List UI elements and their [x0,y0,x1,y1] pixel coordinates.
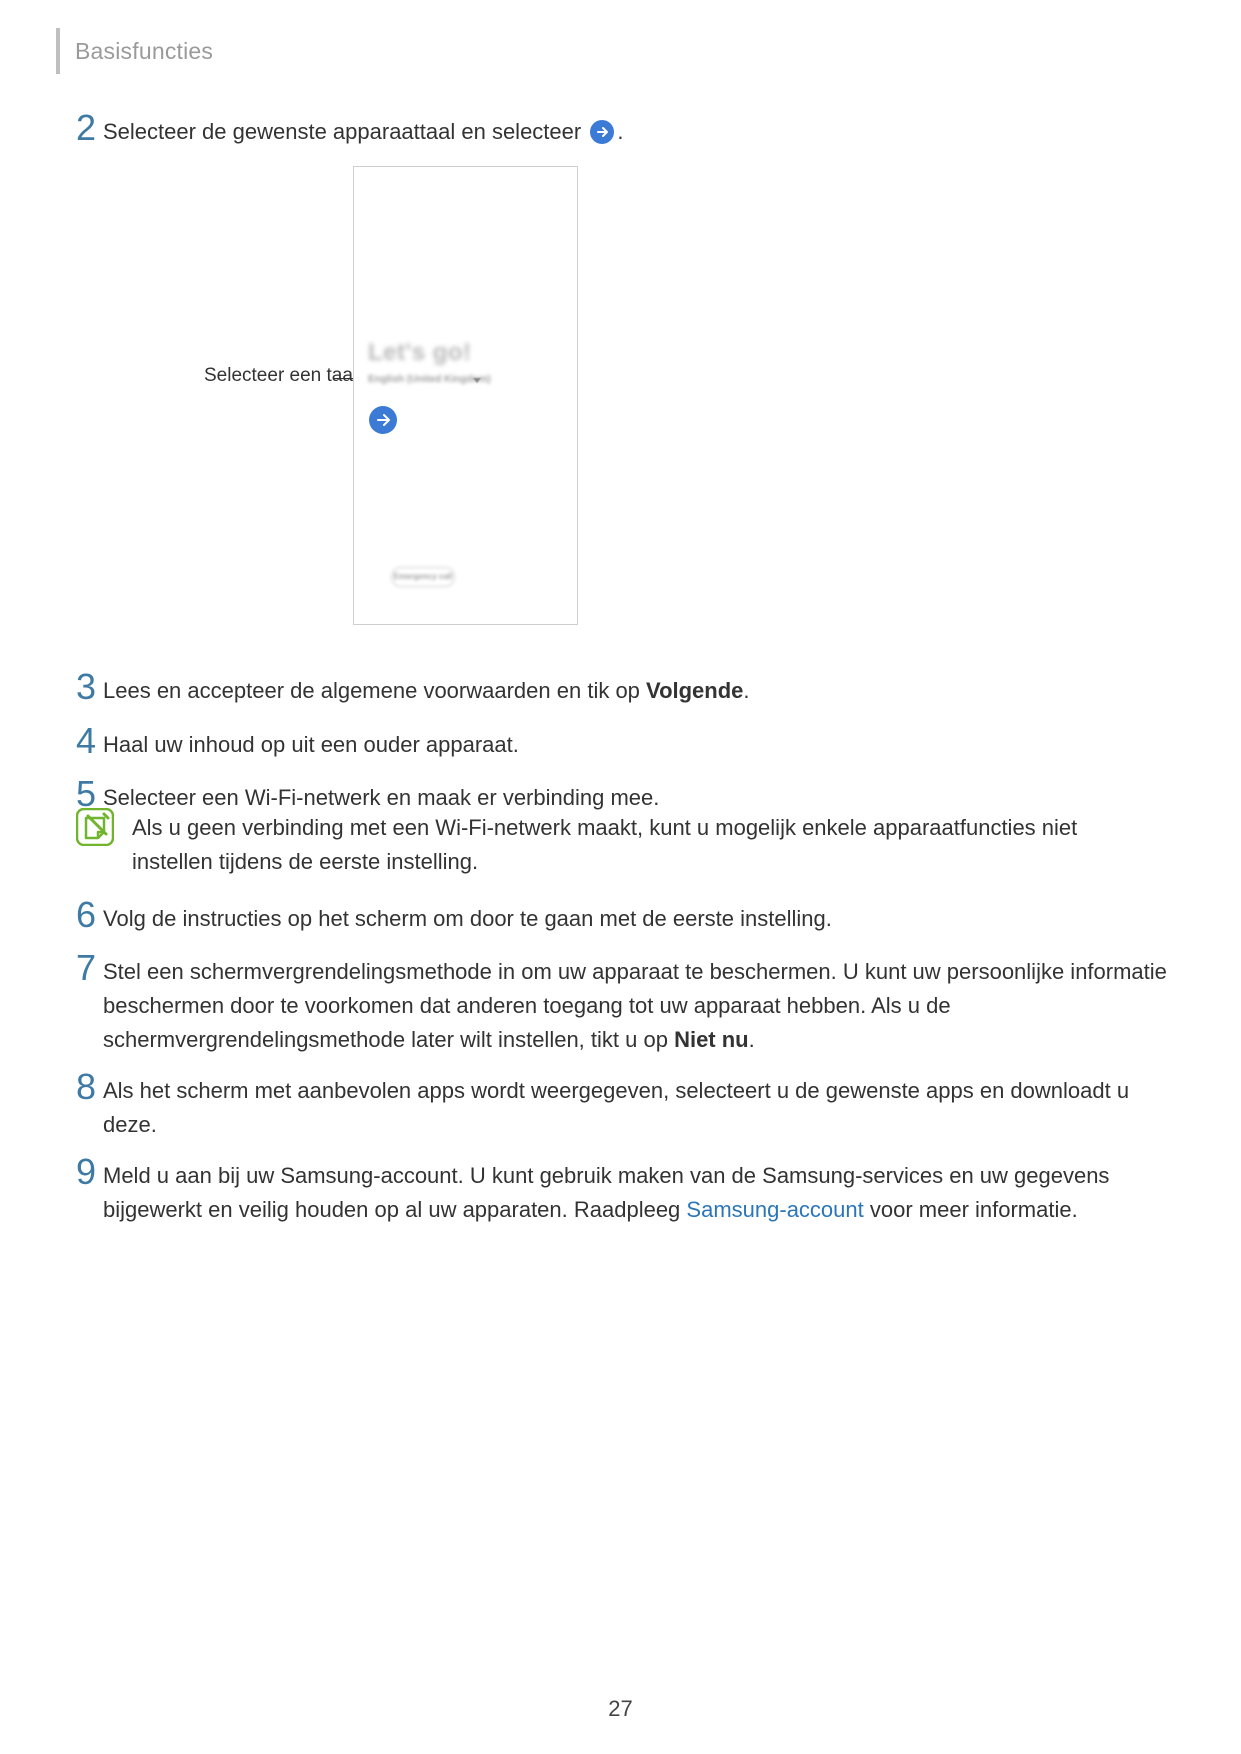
callout-label: Selecteer een taal. [204,365,362,387]
phone-next-button [368,405,398,435]
note-text: Als u geen verbinding met een Wi-Fi-netw… [132,811,1112,879]
step-9-text: Meld u aan bij uw Samsung-account. U kun… [103,1159,1163,1227]
text: Stel een schermvergrendelingsmethode in … [103,959,1167,1052]
phone-mock: Let's go! English (United Kingdom) Emerg… [353,166,578,625]
manual-page: Basisfuncties 2 Selecteer de gewenste ap… [0,0,1241,1754]
step-7-text: Stel een schermvergrendelingsmethode in … [103,955,1173,1057]
bold-text: Niet nu [674,1027,749,1052]
phone-emergency-button: Emergency call [391,567,455,587]
arrow-right-icon [589,119,615,145]
text: voor meer informatie. [864,1197,1078,1222]
step-2-text: Selecteer de gewenste apparaattaal en se… [103,115,1163,149]
link-samsung-account[interactable]: Samsung-account [686,1197,863,1222]
text: Lees en accepteer de algemene voorwaarde… [103,678,646,703]
step-5-text: Selecteer een Wi-Fi-netwerk en maak er v… [103,781,1163,815]
text: . [749,1027,755,1052]
step-4-text: Haal uw inhoud op uit een ouder apparaat… [103,728,1163,762]
section-title: Basisfuncties [75,38,213,65]
chevron-down-icon [473,378,481,383]
note-icon [76,808,114,846]
text: . [617,119,623,144]
header-rule [56,28,60,74]
bold-text: Volgende [646,678,743,703]
step-8-text: Als het scherm met aanbevolen apps wordt… [103,1074,1163,1142]
step-3-text: Lees en accepteer de algemene voorwaarde… [103,674,1163,708]
page-number: 27 [0,1696,1241,1722]
step-6-text: Volg de instructies op het scherm om doo… [103,902,1163,936]
phone-welcome-heading: Let's go! [368,339,472,367]
text: Selecteer de gewenste apparaattaal en se… [103,119,581,144]
text: . [743,678,749,703]
